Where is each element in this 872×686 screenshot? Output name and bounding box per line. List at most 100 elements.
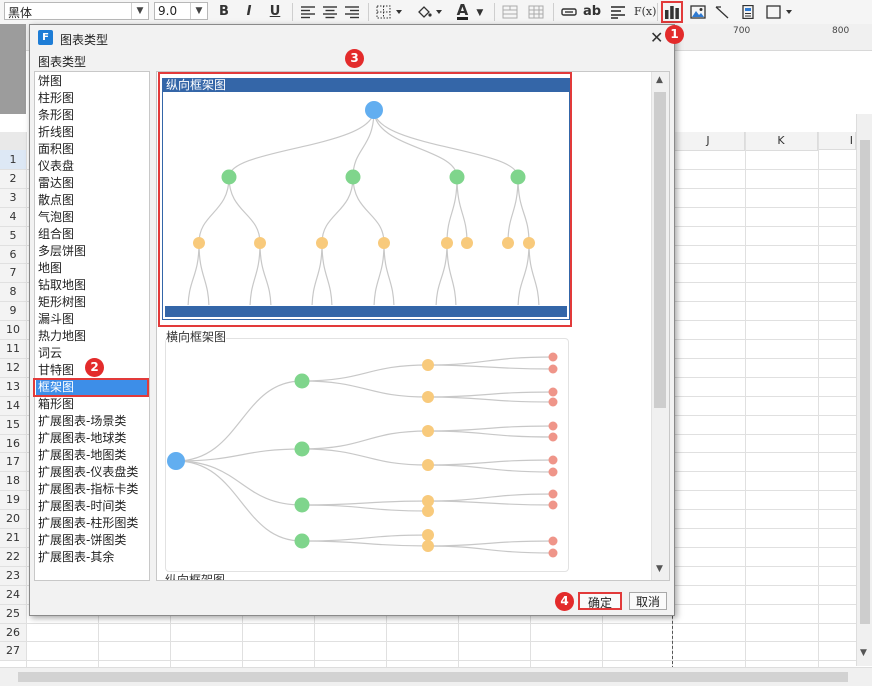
row-header[interactable]: 23 [0, 565, 26, 586]
frame-icon[interactable] [764, 2, 798, 22]
row-header[interactable]: 24 [0, 584, 26, 605]
row-header[interactable]: 17 [0, 452, 26, 473]
vertical-scrollbar[interactable]: ▼ [856, 114, 872, 666]
cancel-button[interactable]: 取消 [629, 592, 667, 610]
chart-type-item[interactable]: 组合图 [38, 226, 74, 242]
scroll-down-arrow-icon[interactable]: ▼ [860, 648, 867, 658]
chart-type-item[interactable]: 扩展图表-饼图类 [38, 532, 126, 548]
preview-scrollbar[interactable]: ▲ ▼ [651, 72, 669, 580]
highlight-box [158, 72, 572, 327]
font-name-select[interactable]: 黑体 ▼ [4, 2, 149, 20]
chart-type-item[interactable]: 仪表盘 [38, 158, 74, 174]
step-badge: 1 [665, 25, 684, 44]
horizontal-scrollbar[interactable] [0, 667, 872, 686]
chart-icon[interactable] [661, 1, 683, 23]
chart-type-item[interactable]: 散点图 [38, 192, 74, 208]
image-icon[interactable] [688, 2, 708, 22]
report-icon[interactable] [738, 2, 758, 22]
chart-type-item[interactable]: 扩展图表-指标卡类 [38, 481, 138, 497]
chart-type-item[interactable]: 折线图 [38, 124, 74, 140]
chart-type-item[interactable]: 漏斗图 [38, 311, 74, 327]
vertical-scrollbar-thumb[interactable] [860, 140, 870, 624]
chart-type-item[interactable]: 扩展图表-地图类 [38, 447, 126, 463]
row-header[interactable]: 9 [0, 301, 26, 322]
chart-type-item[interactable]: 甘特图 [38, 362, 74, 378]
underline-button[interactable]: U [265, 2, 285, 22]
scroll-up-arrow-icon[interactable]: ▲ [656, 75, 663, 85]
row-header[interactable]: 22 [0, 546, 26, 567]
row-header[interactable]: 11 [0, 339, 26, 359]
chart-type-item[interactable]: 矩形树图 [38, 294, 86, 310]
row-header[interactable]: 6 [0, 244, 26, 265]
close-icon[interactable]: ✕ [650, 28, 663, 47]
row-header[interactable]: 27 [0, 641, 26, 662]
chart-type-item[interactable]: 扩展图表-柱形图类 [38, 515, 138, 531]
formula-icon[interactable]: F(x) [634, 2, 656, 22]
align-left-icon[interactable] [298, 2, 318, 22]
column-header[interactable]: K [745, 132, 818, 151]
row-header[interactable]: 15 [0, 414, 26, 435]
scroll-down-arrow-icon[interactable]: ▼ [656, 564, 663, 574]
row-header[interactable]: 13 [0, 376, 26, 397]
chart-type-item[interactable]: 扩展图表-其余 [38, 549, 114, 565]
column-header[interactable]: I [818, 132, 856, 150]
chart-type-item[interactable]: 扩展图表-场景类 [38, 413, 126, 429]
chart-type-item[interactable]: 扩展图表-地球类 [38, 430, 126, 446]
row-header[interactable]: 10 [0, 320, 26, 341]
chart-type-item[interactable]: 钻取地图 [38, 277, 86, 293]
text-icon[interactable]: ab [582, 2, 602, 22]
row-header[interactable]: 16 [0, 433, 26, 454]
chart-type-item[interactable]: 柱形图 [38, 90, 74, 106]
row-header[interactable]: 2 [0, 168, 26, 189]
border-icon[interactable] [374, 2, 408, 22]
preview-card-horizontal[interactable]: 横向框架图 [165, 328, 569, 572]
row-header[interactable]: 7 [0, 263, 26, 284]
bold-button[interactable]: B [214, 2, 234, 22]
wrap-icon[interactable] [608, 2, 628, 22]
chart-type-item[interactable]: 扩展图表-时间类 [38, 498, 126, 514]
align-center-icon[interactable] [320, 2, 340, 22]
select-all-corner[interactable] [0, 132, 26, 151]
row-header[interactable]: 20 [0, 509, 26, 530]
row-header[interactable]: 18 [0, 471, 26, 492]
grid-line [0, 641, 856, 643]
row-header[interactable]: 5 [0, 225, 26, 246]
link-icon[interactable] [559, 2, 579, 22]
row-header[interactable]: 19 [0, 490, 26, 511]
row-header[interactable]: 21 [0, 528, 26, 548]
row-header[interactable]: 26 [0, 622, 26, 643]
chart-type-item[interactable]: 热力地图 [38, 328, 86, 344]
merge-icon[interactable] [500, 2, 520, 22]
chevron-down-icon: ▼ [131, 3, 148, 19]
row-header[interactable]: 12 [0, 357, 26, 378]
chart-type-item[interactable]: 条形图 [38, 107, 74, 123]
split-icon[interactable] [526, 2, 546, 22]
align-right-icon[interactable] [342, 2, 362, 22]
font-color-icon[interactable]: A ▼ [452, 2, 488, 22]
chart-type-item[interactable]: 地图 [38, 260, 62, 276]
chart-type-item[interactable]: 扩展图表-仪表盘类 [38, 464, 138, 480]
row-header[interactable]: 25 [0, 603, 26, 624]
ok-button[interactable]: 确定 [578, 592, 622, 610]
chart-type-item[interactable]: 气泡图 [38, 209, 74, 225]
fill-color-icon[interactable] [414, 2, 448, 22]
chart-type-item[interactable]: 箱形图 [38, 396, 74, 412]
chart-type-list[interactable]: 饼图 柱形图 条形图 折线图 面积图 仪表盘 雷达图 散点图 气泡图 组合图 多层饼图 地图 钻取地图矩… [34, 71, 150, 581]
chart-type-item[interactable]: 雷达图 [38, 175, 74, 191]
chart-type-item[interactable]: 面积图 [38, 141, 74, 157]
italic-button[interactable]: I [239, 2, 259, 22]
ruler-side-panel [0, 24, 26, 114]
chart-type-item[interactable]: 多层饼图 [38, 243, 86, 259]
slash-icon[interactable] [712, 2, 732, 22]
row-header[interactable]: 14 [0, 395, 26, 416]
column-header[interactable]: J [672, 132, 745, 151]
font-size-select[interactable]: 9.0 ▼ [154, 2, 208, 20]
row-header[interactable]: 3 [0, 187, 26, 208]
preview-scrollbar-thumb[interactable] [654, 92, 666, 408]
row-header[interactable]: 4 [0, 206, 26, 227]
horizontal-scrollbar-thumb[interactable] [18, 672, 848, 682]
chart-type-item[interactable]: 词云 [38, 345, 62, 361]
chart-type-item[interactable]: 饼图 [38, 73, 62, 89]
row-header[interactable]: 8 [0, 282, 26, 303]
row-header[interactable]: 1 [0, 150, 26, 170]
